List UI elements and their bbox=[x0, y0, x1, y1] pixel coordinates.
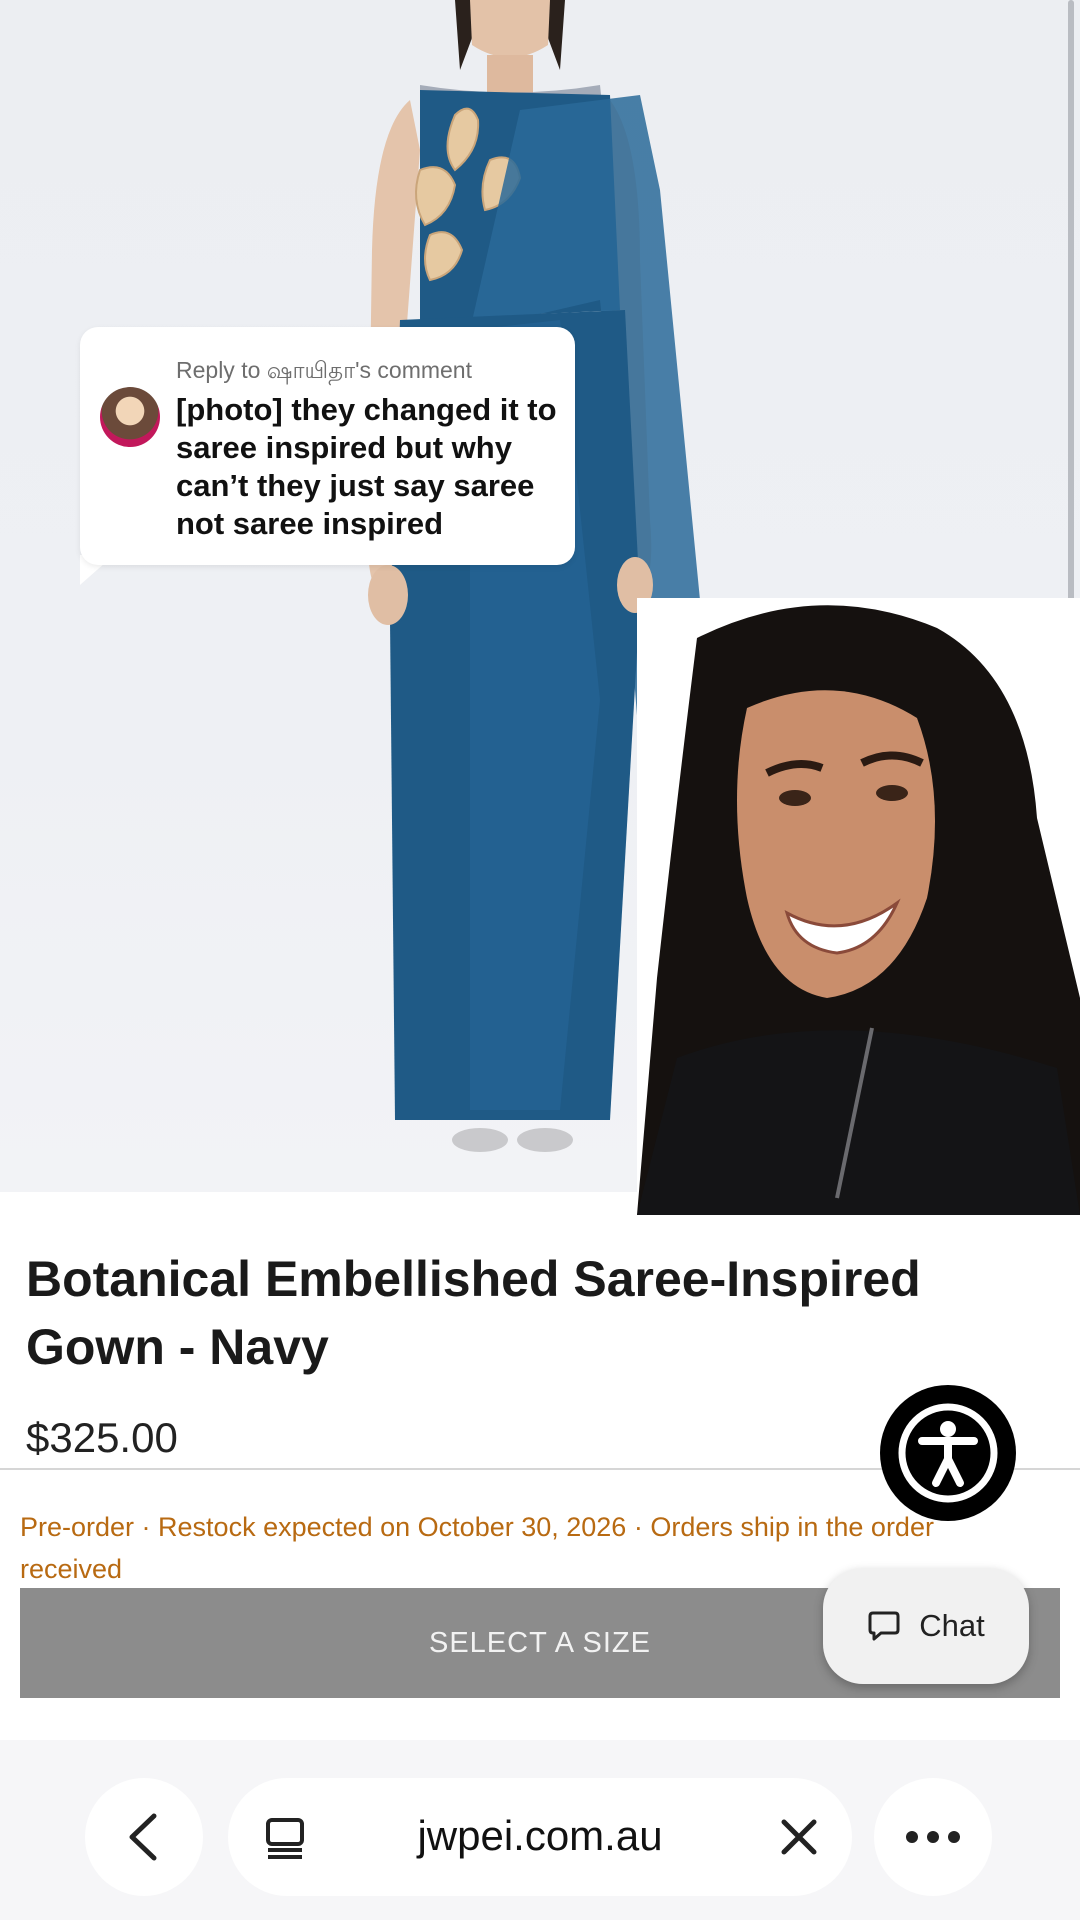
reply-to-label: Reply to ஷாயிதா's comment bbox=[176, 357, 472, 383]
scrollbar[interactable] bbox=[1068, 0, 1074, 605]
back-button[interactable] bbox=[85, 1778, 203, 1896]
commenter-avatar bbox=[100, 387, 160, 447]
chevron-left-icon bbox=[129, 1813, 157, 1861]
accessibility-button[interactable] bbox=[880, 1385, 1016, 1521]
chat-button[interactable]: Chat bbox=[823, 1568, 1029, 1684]
product-price: $325.00 bbox=[26, 1414, 178, 1461]
creator-video-overlay bbox=[637, 598, 1080, 1215]
more-dots-icon bbox=[906, 1831, 960, 1843]
accessibility-icon bbox=[898, 1403, 998, 1503]
reply-comment-bubble: Reply to ஷாயிதா's comment [photo] they c… bbox=[80, 327, 575, 565]
address-bar[interactable]: jwpei.com.au bbox=[228, 1778, 852, 1896]
product-title: Botanical Embellished Saree-Inspired Gow… bbox=[26, 1251, 921, 1375]
chat-label: Chat bbox=[919, 1608, 985, 1643]
creator-portrait bbox=[637, 598, 1080, 1215]
close-icon[interactable] bbox=[780, 1818, 818, 1856]
chat-bubble-icon bbox=[868, 1611, 900, 1641]
more-button[interactable] bbox=[874, 1778, 992, 1896]
url-text: jwpei.com.au bbox=[417, 1812, 663, 1859]
comment-text: [photo] they changed it to saree inspire… bbox=[176, 392, 557, 541]
